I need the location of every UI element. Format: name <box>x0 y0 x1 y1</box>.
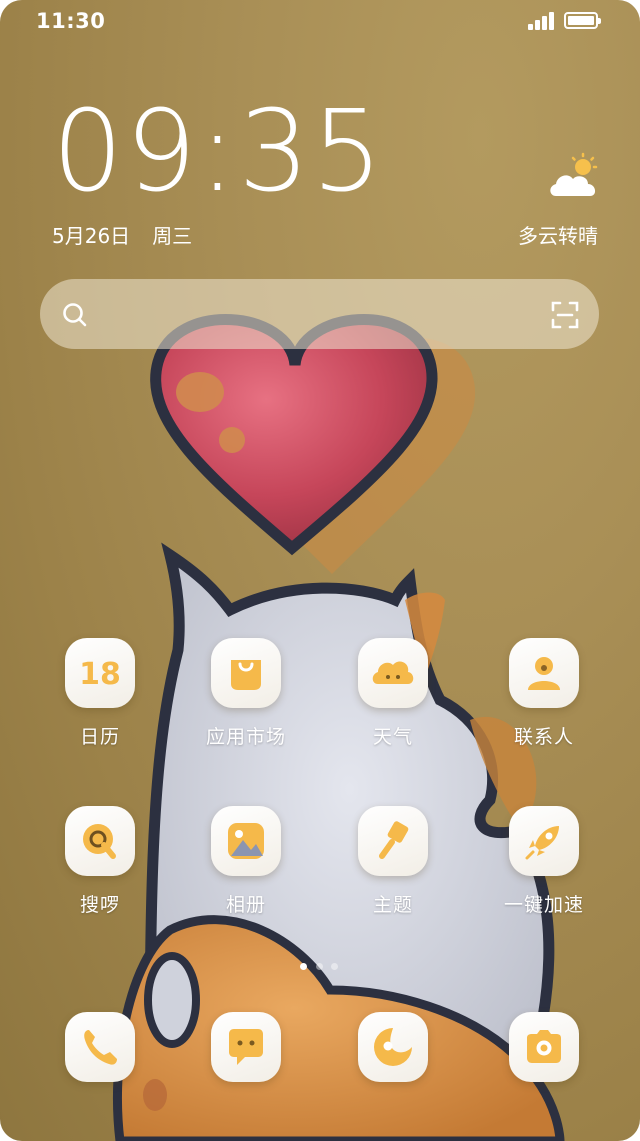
contacts-person-icon <box>509 638 579 708</box>
clock-time[interactable]: 09:35 <box>52 96 385 208</box>
weekday-text: 周三 <box>152 224 193 248</box>
partly-cloudy-icon[interactable] <box>546 152 602 200</box>
app-store-bag-icon <box>211 638 281 708</box>
app-calendar[interactable]: 18 日历 <box>45 638 155 749</box>
dock-camera[interactable] <box>489 1012 599 1082</box>
app-label: 主题 <box>372 894 413 916</box>
app-label: 应用市场 <box>205 726 286 748</box>
page-indicator <box>300 963 340 971</box>
status-bar: 11:30 <box>0 0 640 44</box>
app-label: 搜啰 <box>79 894 120 916</box>
app-label: 天气 <box>372 726 413 748</box>
calendar-icon: 18 <box>65 638 135 708</box>
app-label: 相册 <box>225 894 266 916</box>
camera-icon <box>509 1012 579 1082</box>
battery-icon <box>564 12 601 29</box>
dock-phone[interactable] <box>45 1012 155 1082</box>
weather-cloud-icon <box>358 638 428 708</box>
search-bar[interactable] <box>40 279 599 349</box>
gallery-icon <box>211 806 281 876</box>
app-weather[interactable]: 天气 <box>338 638 448 749</box>
svg-text:18: 18 <box>79 657 121 692</box>
status-time: 11:30 <box>36 9 106 33</box>
weather-text[interactable]: 多云转晴 <box>518 220 598 249</box>
dock-browser[interactable] <box>338 1012 448 1082</box>
app-search[interactable]: 搜啰 <box>45 806 155 917</box>
app-booster[interactable]: 一键加速 <box>489 806 599 917</box>
app-gallery[interactable]: 相册 <box>191 806 301 917</box>
app-store[interactable]: 应用市场 <box>191 638 301 749</box>
theme-brush-icon <box>358 806 428 876</box>
home-screen: 11:30 09:35 5月26日 周三 多云转晴 18 日历 应用市场 天气 … <box>0 0 640 1141</box>
search-icon <box>63 303 87 327</box>
phone-icon <box>65 1012 135 1082</box>
signal-icon <box>528 12 554 30</box>
app-label: 联系人 <box>513 726 574 748</box>
app-theme[interactable]: 主题 <box>338 806 448 917</box>
rocket-boost-icon <box>509 806 579 876</box>
date-text: 5月26日 <box>52 224 131 248</box>
app-label: 一键加速 <box>503 894 584 916</box>
dock-messages[interactable] <box>191 1012 301 1082</box>
browser-icon <box>358 1012 428 1082</box>
clock-date: 5月26日 周三 <box>52 220 192 249</box>
search-app-icon <box>65 806 135 876</box>
app-contacts[interactable]: 联系人 <box>489 638 599 749</box>
scan-icon[interactable] <box>551 301 579 329</box>
messages-icon <box>211 1012 281 1082</box>
app-label: 日历 <box>79 726 120 748</box>
